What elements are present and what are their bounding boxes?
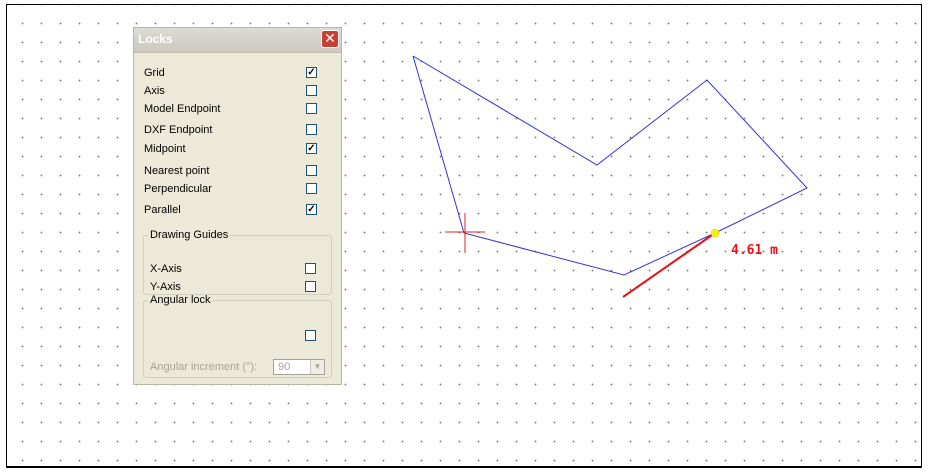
lock-nearest-point[interactable]: Nearest point	[144, 163, 324, 181]
locks-titlebar[interactable]: Locks ✕	[134, 28, 341, 53]
close-icon: ✕	[324, 30, 336, 46]
guide-x-axis-checkbox[interactable]	[305, 263, 316, 274]
angular-lock-checkbox[interactable]	[305, 330, 316, 341]
lock-model-endpoint[interactable]: Model Endpoint	[144, 101, 324, 119]
lock-dxf-endpoint[interactable]: DXF Endpoint	[144, 122, 324, 140]
angular-increment-label: Angular increment (°):	[150, 361, 258, 373]
lock-axis-label: Axis	[144, 85, 165, 97]
locks-panel: Locks ✕ Grid ✓ Axis Model Endpoint DXF E…	[133, 27, 342, 385]
lock-parallel-checkbox[interactable]: ✓	[306, 204, 317, 215]
close-button[interactable]: ✕	[321, 30, 339, 48]
measurement-label: 4.61 m	[731, 243, 778, 258]
lock-axis[interactable]: Axis	[144, 83, 324, 101]
drawing-guides-group: Drawing Guides X-Axis Y-Axis	[143, 229, 332, 295]
lock-grid[interactable]: Grid ✓	[144, 65, 324, 83]
angular-increment-value: 90	[278, 361, 291, 373]
lock-nearest-point-label: Nearest point	[144, 165, 210, 177]
lock-perpendicular[interactable]: Perpendicular	[144, 181, 324, 199]
crosshair-cursor	[445, 213, 485, 253]
lock-parallel-label: Parallel	[144, 204, 181, 216]
angular-lock-group: Angular lock Angular increment (°): 90 ▼	[143, 294, 332, 378]
lock-axis-checkbox[interactable]	[306, 85, 317, 96]
lock-grid-checkbox[interactable]: ✓	[306, 67, 317, 78]
guide-x-axis-label: X-Axis	[150, 263, 182, 275]
lock-perpendicular-checkbox[interactable]	[306, 183, 317, 194]
lock-nearest-point-checkbox[interactable]	[306, 165, 317, 176]
guide-x-axis[interactable]: X-Axis	[150, 261, 330, 279]
lock-perpendicular-label: Perpendicular	[144, 183, 212, 195]
lock-dxf-endpoint-label: DXF Endpoint	[144, 124, 213, 136]
lock-model-endpoint-label: Model Endpoint	[144, 103, 221, 115]
lock-parallel[interactable]: Parallel ✓	[144, 202, 324, 220]
guide-y-axis-checkbox[interactable]	[305, 281, 316, 292]
lock-midpoint[interactable]: Midpoint ✓	[144, 141, 324, 159]
snap-point-marker	[710, 228, 720, 238]
locks-title: Locks	[138, 32, 173, 46]
active-segment-line	[622, 232, 716, 298]
chevron-down-icon[interactable]: ▼	[310, 360, 324, 374]
lock-grid-label: Grid	[144, 67, 165, 79]
guide-y-axis-label: Y-Axis	[150, 281, 181, 293]
angular-lock-legend: Angular lock	[150, 294, 211, 306]
lock-model-endpoint-checkbox[interactable]	[306, 103, 317, 114]
lock-midpoint-checkbox[interactable]: ✓	[306, 143, 317, 154]
lock-dxf-endpoint-checkbox[interactable]	[306, 124, 317, 135]
angular-increment-select[interactable]: 90 ▼	[273, 359, 325, 375]
lock-midpoint-label: Midpoint	[144, 143, 186, 155]
drawing-guides-legend: Drawing Guides	[150, 229, 229, 241]
